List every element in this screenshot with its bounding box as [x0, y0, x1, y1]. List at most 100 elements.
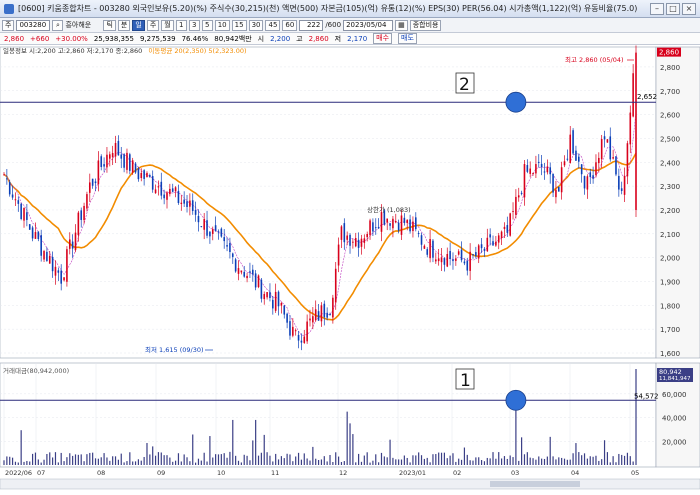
candle-body: [117, 140, 120, 156]
volume-bar: [575, 443, 577, 465]
period-15-button[interactable]: 15: [231, 19, 247, 31]
candle-body: [555, 189, 557, 198]
tab-stock[interactable]: 주: [2, 19, 15, 31]
volume-bar: [209, 436, 211, 465]
candle-body: [214, 225, 217, 231]
candle-body: [14, 199, 17, 201]
candle-body: [477, 245, 480, 259]
volume-bar: [117, 459, 119, 465]
candle-body: [560, 167, 563, 193]
candle-body: [392, 218, 394, 229]
volume-bar: [618, 453, 620, 465]
tab-month[interactable]: 월: [161, 19, 174, 31]
candle-body: [489, 234, 491, 238]
candle-body: [272, 299, 274, 309]
candle-body: [400, 215, 403, 235]
field-high-label: 고: [296, 34, 303, 43]
candle-body: [37, 231, 40, 240]
volume-bar: [332, 462, 334, 465]
period-30-button[interactable]: 30: [248, 19, 264, 31]
period-45-button[interactable]: 45: [265, 19, 281, 31]
maximize-button[interactable]: □: [666, 2, 680, 15]
minimize-button[interactable]: –: [650, 2, 664, 15]
volume-bar: [17, 462, 19, 465]
window-controls: – □ ×: [650, 2, 696, 15]
search-icon[interactable]: ⌕: [52, 19, 64, 31]
candle-body: [243, 271, 246, 277]
candle-body: [303, 336, 306, 343]
candle-body: [166, 192, 168, 200]
count-input[interactable]: 222: [299, 19, 324, 31]
candle-body: [100, 156, 103, 168]
volume-bar: [309, 460, 311, 465]
volume-bar: [275, 453, 277, 465]
candle-body: [469, 251, 471, 271]
chart-area[interactable]: 2,652 54,572 2 1 최고 2,860 (05/04) 최저 1,615 (0…: [0, 45, 700, 495]
period-3-button[interactable]: 3: [188, 19, 200, 31]
period-60-button[interactable]: 60: [282, 19, 298, 31]
volume-bar: [603, 440, 606, 465]
candle-body: [34, 232, 37, 239]
stock-code-input[interactable]: 003280: [16, 19, 51, 31]
period-10-button[interactable]: 10: [214, 19, 230, 31]
volume-bar: [280, 456, 282, 465]
sell-button[interactable]: 매도: [398, 33, 417, 44]
candle-body: [292, 326, 294, 336]
volume-bar: [561, 457, 563, 465]
candle-body: [66, 249, 68, 282]
volume-bar: [583, 453, 586, 465]
close-button[interactable]: ×: [682, 2, 696, 15]
candle-body: [274, 291, 277, 311]
date-input[interactable]: 2023/05/04: [343, 19, 394, 31]
candle-body: [549, 167, 552, 175]
mode-button[interactable]: 종합비용: [409, 19, 442, 31]
candle-body: [237, 268, 240, 274]
traded-value: 80,942백만: [214, 34, 252, 43]
candle-body: [309, 318, 311, 321]
tab-week[interactable]: 주: [146, 19, 160, 31]
period-1-button[interactable]: 1: [175, 19, 187, 31]
x-tick-label: 11: [271, 469, 279, 477]
candle-body: [48, 255, 51, 264]
candle-body: [11, 194, 14, 198]
volume-bar: [40, 462, 42, 465]
volume-bar: [475, 457, 477, 465]
volume-bar: [69, 453, 71, 465]
volume-bar: [543, 458, 546, 465]
volume-bar: [323, 456, 325, 465]
tab-minute[interactable]: 분: [117, 19, 131, 31]
candle-body: [240, 270, 243, 273]
calendar-icon[interactable]: ▦: [395, 19, 408, 31]
candle-body: [532, 172, 534, 174]
candle-body: [377, 226, 380, 229]
x-tick-label: 04: [571, 469, 579, 477]
candle-body: [352, 241, 354, 243]
volume-bar: [366, 452, 368, 465]
candle-body: [563, 161, 566, 166]
volume-bar: [177, 453, 180, 465]
candle-body: [163, 194, 165, 199]
candle-body: [486, 237, 489, 252]
volume-bar: [154, 455, 157, 465]
volume-bar: [500, 458, 503, 465]
volume-bar: [72, 455, 74, 465]
tab-day[interactable]: 일: [132, 19, 145, 31]
candle-body: [54, 266, 57, 276]
volume-bar: [217, 454, 220, 465]
volume-bar: [37, 459, 39, 465]
candle-body: [174, 187, 177, 192]
candle-body: [432, 240, 434, 258]
candle-body: [189, 200, 191, 207]
tab-tick[interactable]: 틱: [103, 19, 116, 31]
chart-legend: 일봉정보 시:2,200 고:2,860 저:2,170 종:2,860 이동평…: [0, 45, 700, 55]
candle-body: [140, 172, 143, 179]
volume-bar: [372, 460, 374, 465]
volume-bar: [335, 452, 337, 465]
volume-bar: [632, 461, 634, 465]
period-5-button[interactable]: 5: [201, 19, 213, 31]
price-tick-label: 1,700: [660, 326, 680, 334]
x-tick-label: 2023/01: [399, 469, 426, 477]
candle-body: [68, 239, 71, 249]
buy-button[interactable]: 매수: [373, 33, 393, 44]
volume-bar: [237, 460, 240, 465]
